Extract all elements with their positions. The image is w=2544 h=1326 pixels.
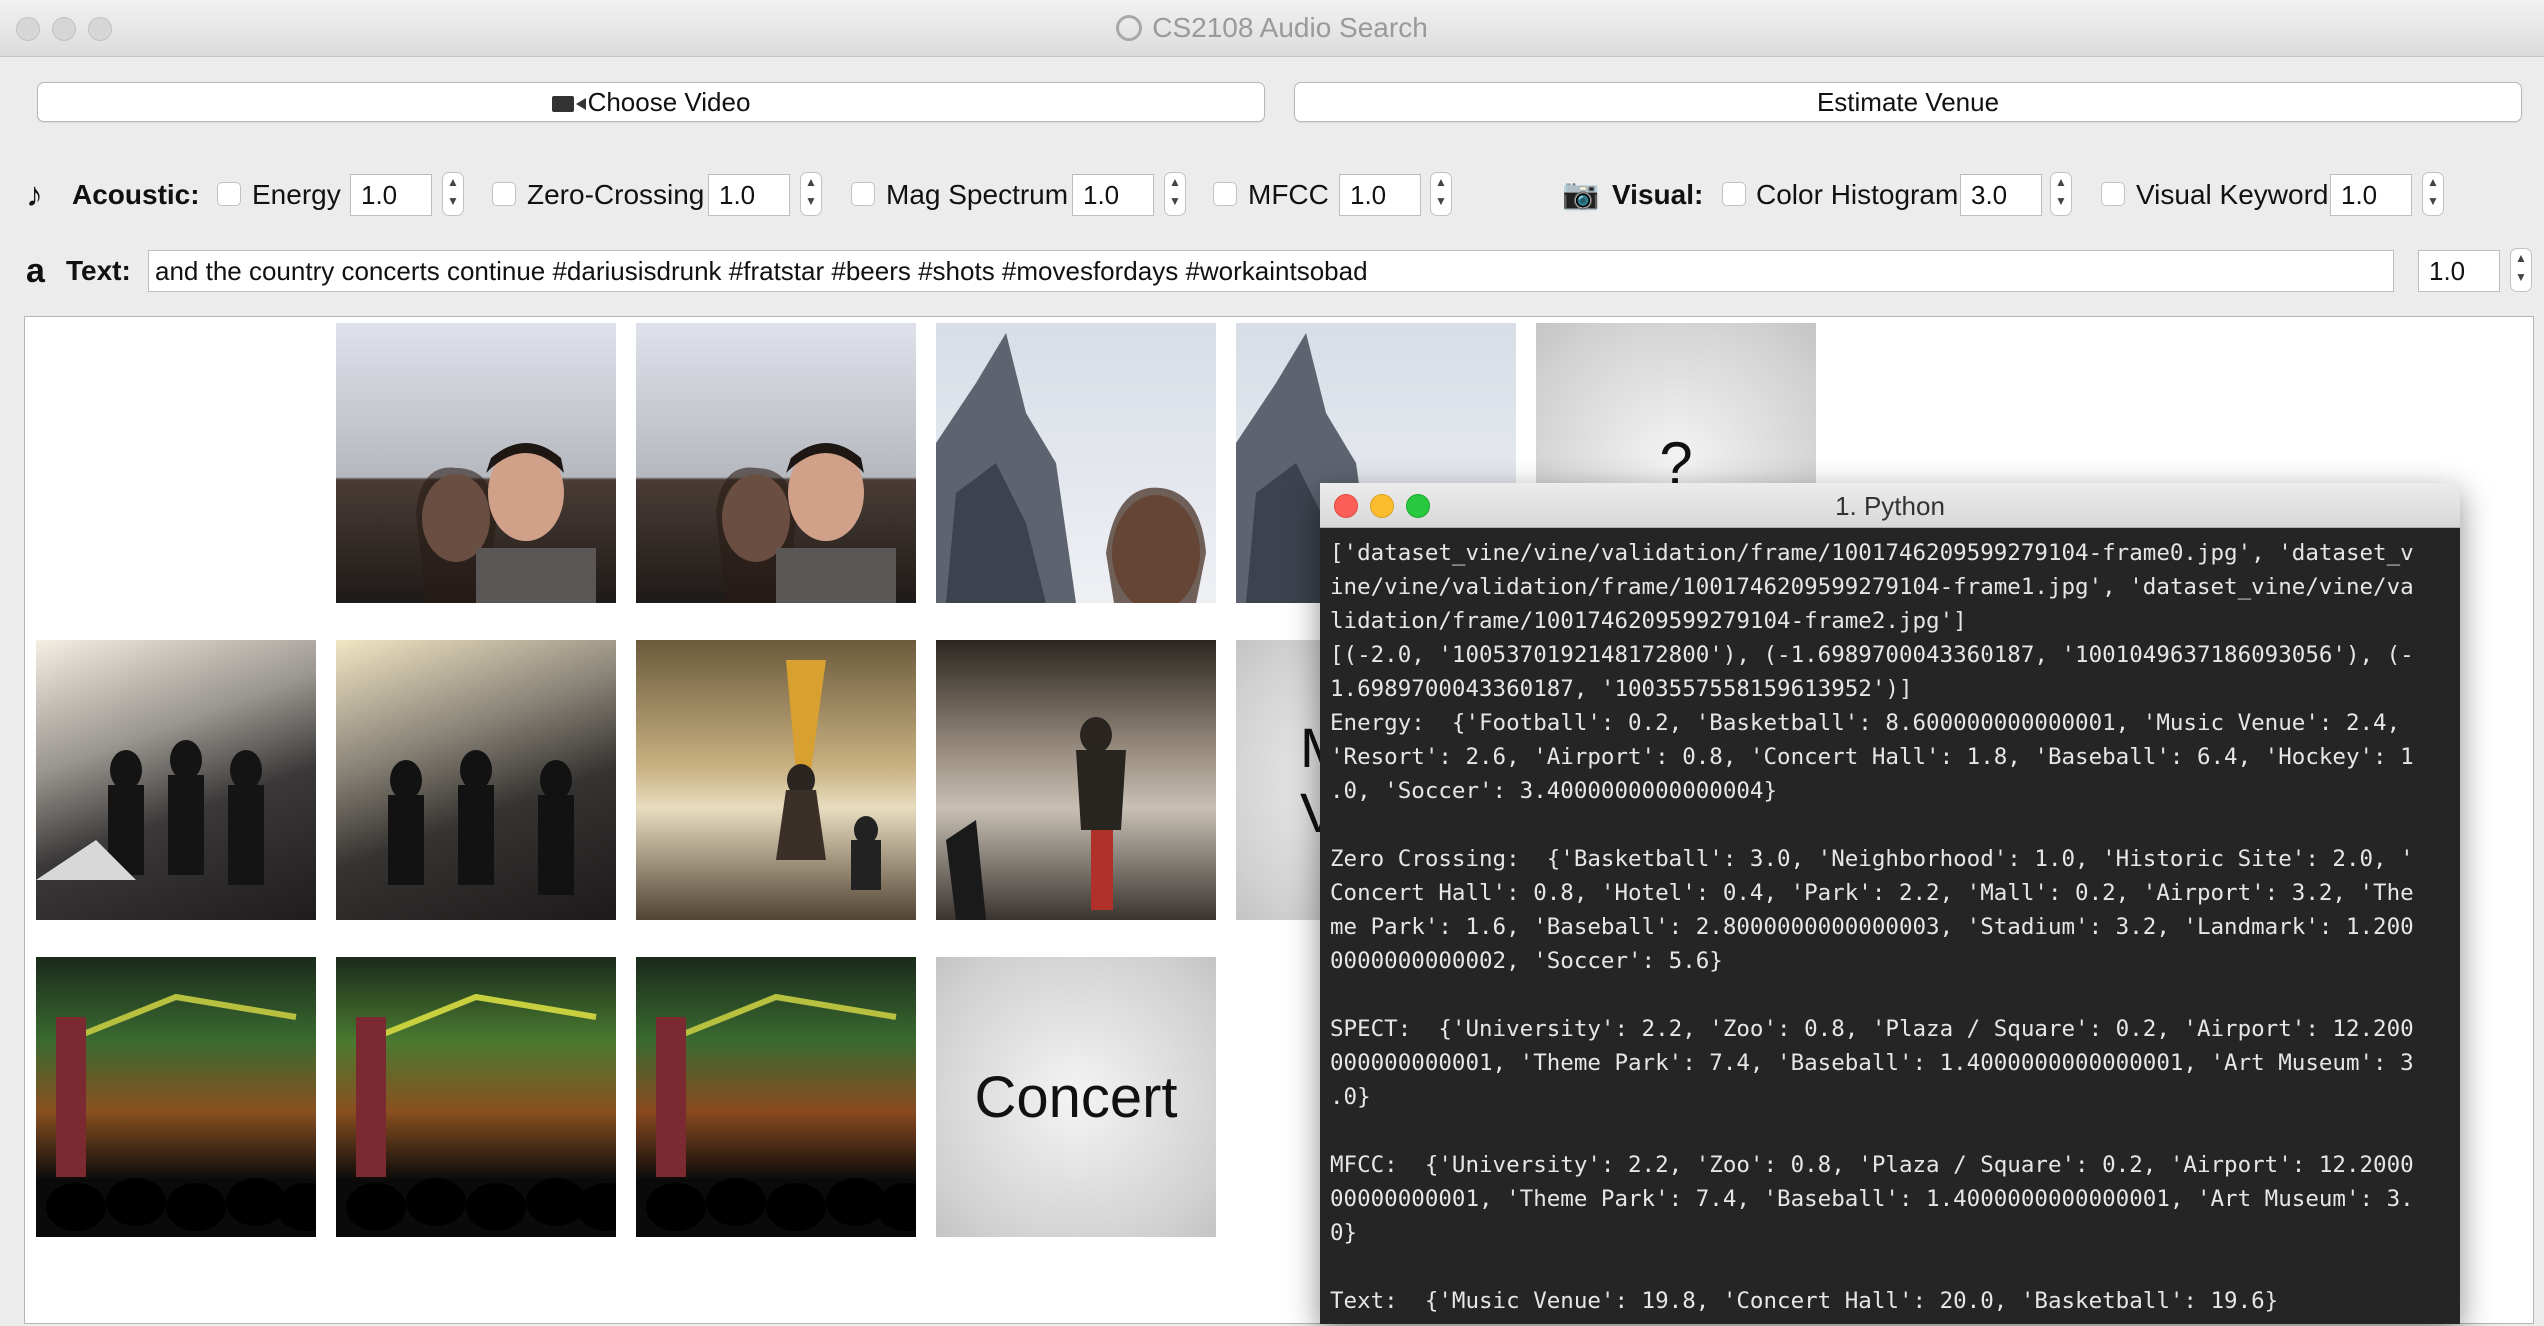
- terminal-line: .0}: [1330, 1084, 1371, 1110]
- video-camera-icon: [551, 96, 586, 112]
- text-weight-stepper[interactable]: ▲ ▼: [2510, 248, 2532, 292]
- zero-crossing-label: Zero-Crossing: [527, 179, 705, 210]
- terminal-line: SPECT: {'University': 2.2, 'Zoo': 0.8, '…: [1330, 1016, 2414, 1042]
- result-thumbnail[interactable]: [636, 323, 916, 603]
- result-thumbnail[interactable]: [936, 323, 1216, 603]
- feature-row: ♪ Acoustic: Energy 1.0 ▲ ▼ Zero-Crossing …: [0, 170, 2544, 220]
- window-title-text: CS2108 Audio Search: [1152, 12, 1428, 43]
- color-histogram-weight-input[interactable]: 3.0: [1960, 174, 2042, 216]
- concert-stage-image: [46, 993, 316, 1231]
- terminal-line: 000000000001, 'Theme Park': 7.4, 'Baseba…: [1330, 1050, 2414, 1076]
- terminal-line: me Park': 1.6, 'Baseball': 2.80000000000…: [1330, 914, 2414, 940]
- result-thumbnail[interactable]: [336, 957, 616, 1237]
- dancer-image: [776, 660, 881, 890]
- terminal-line: lidation/frame/1001746209599279104-frame…: [1330, 608, 1967, 634]
- acoustic-label: Acoustic:: [72, 179, 200, 210]
- visual-label: Visual:: [1612, 179, 1704, 210]
- text-label: Text:: [66, 255, 131, 286]
- estimate-venue-button[interactable]: Estimate Venue: [1294, 82, 2522, 122]
- terminal-line: 00000000001, 'Theme Park': 7.4, 'Basebal…: [1330, 1186, 2414, 1212]
- app-icon: [1116, 15, 1143, 41]
- camera-icon: 📷: [1562, 178, 1600, 211]
- text-icon: a: [26, 252, 45, 290]
- color-histogram-checkbox[interactable]: [1722, 182, 1746, 206]
- visual-keyword-stepper[interactable]: ▲ ▼: [2422, 172, 2444, 216]
- result-thumbnail[interactable]: [936, 640, 1216, 920]
- terminal-line: Zero Crossing: {'Basketball': 3.0, 'Neig…: [1330, 846, 2414, 872]
- dancer-image: [946, 717, 1126, 920]
- terminal-line: 1.6989700043360187, '1003557558159613952…: [1330, 676, 1913, 702]
- text-query-input[interactable]: and the country concerts continue #dariu…: [148, 250, 2394, 292]
- result-thumbnail[interactable]: [36, 957, 316, 1237]
- selfie-image: [416, 443, 596, 603]
- crowd-image: [36, 740, 264, 885]
- terminal-line: Energy: {'Football': 0.2, 'Basketball': …: [1330, 710, 2401, 736]
- result-thumbnail[interactable]: [336, 640, 616, 920]
- result-thumbnail[interactable]: [636, 640, 916, 920]
- zero-crossing-weight-input[interactable]: 1.0: [708, 174, 790, 216]
- terminal-line: MFCC: {'University': 2.2, 'Zoo': 0.8, 'P…: [1330, 1152, 2414, 1178]
- energy-stepper[interactable]: ▲ ▼: [442, 172, 464, 216]
- terminal-line: 'Resort': 2.6, 'Airport': 0.8, 'Concert …: [1330, 744, 2414, 770]
- energy-label: Energy: [252, 179, 341, 210]
- color-histogram-label: Color Histogram: [1756, 179, 1959, 210]
- color-histogram-stepper[interactable]: ▲ ▼: [2050, 172, 2072, 216]
- concert-stage-image: [646, 993, 916, 1231]
- title-bar: CS2108 Audio Search: [0, 0, 2544, 57]
- selfie-image: [716, 443, 896, 603]
- terminal-line: [(-2.0, '1005370192148172800'), (-1.6989…: [1330, 642, 2414, 668]
- terminal-line: Text: {'Music Venue': 19.8, 'Concert Hal…: [1330, 1288, 2279, 1314]
- choose-video-label: Choose Video: [587, 87, 751, 117]
- crowd-image: [388, 750, 574, 895]
- energy-weight-input[interactable]: 1.0: [350, 174, 432, 216]
- terminal-line: ine/vine/validation/frame/10017462095992…: [1330, 574, 2414, 600]
- mag-spectrum-label: Mag Spectrum: [886, 179, 1069, 210]
- visual-keyword-label: Visual Keyword: [2136, 179, 2329, 210]
- mfcc-stepper[interactable]: ▲ ▼: [1430, 172, 1452, 216]
- mfcc-weight-input[interactable]: 1.0: [1339, 174, 1421, 216]
- result-thumbnail[interactable]: [36, 640, 316, 920]
- terminal-line: ['dataset_vine/vine/validation/frame/100…: [1330, 540, 2414, 566]
- result-placeholder-concert[interactable]: Concert: [936, 957, 1216, 1237]
- terminal-title: 1. Python: [1835, 491, 1945, 521]
- music-note-icon: ♪: [26, 176, 43, 214]
- estimate-venue-label: Estimate Venue: [1816, 87, 2000, 117]
- window-title: CS2108 Audio Search: [0, 12, 2544, 44]
- castle-selfie-image: [936, 333, 1206, 603]
- choose-video-button[interactable]: Choose Video: [37, 82, 1265, 122]
- concert-stage-image: [346, 993, 616, 1231]
- zero-crossing-checkbox[interactable]: [492, 182, 516, 206]
- terminal-line: 0}: [1330, 1220, 1358, 1246]
- result-thumbnail[interactable]: [636, 957, 916, 1237]
- mfcc-label: MFCC: [1248, 179, 1329, 210]
- visual-keyword-weight-input[interactable]: 1.0: [2330, 174, 2412, 216]
- zero-crossing-stepper[interactable]: ▲ ▼: [800, 172, 822, 216]
- visual-keyword-checkbox[interactable]: [2101, 182, 2125, 206]
- mag-spectrum-stepper[interactable]: ▲ ▼: [1164, 172, 1186, 216]
- terminal-output: ['dataset_vine/vine/validation/frame/100…: [1320, 528, 2460, 1326]
- energy-checkbox[interactable]: [217, 182, 241, 206]
- mfcc-checkbox[interactable]: [1213, 182, 1237, 206]
- terminal-title-bar: 1. Python: [1320, 483, 2460, 528]
- terminal-line: .0, 'Soccer': 3.4000000000000004}: [1330, 778, 1778, 804]
- mag-spectrum-weight-input[interactable]: 1.0: [1072, 174, 1154, 216]
- mag-spectrum-checkbox[interactable]: [851, 182, 875, 206]
- terminal-line: Concert Hall': 0.8, 'Hotel': 0.4, 'Park'…: [1330, 880, 2414, 906]
- text-weight-input[interactable]: 1.0: [2418, 250, 2500, 292]
- result-thumbnail[interactable]: [336, 323, 616, 603]
- terminal-line: 0000000000002, 'Soccer': 5.6}: [1330, 948, 1723, 974]
- python-terminal-window[interactable]: 1. Python ['dataset_vine/vine/validation…: [1320, 483, 2460, 1324]
